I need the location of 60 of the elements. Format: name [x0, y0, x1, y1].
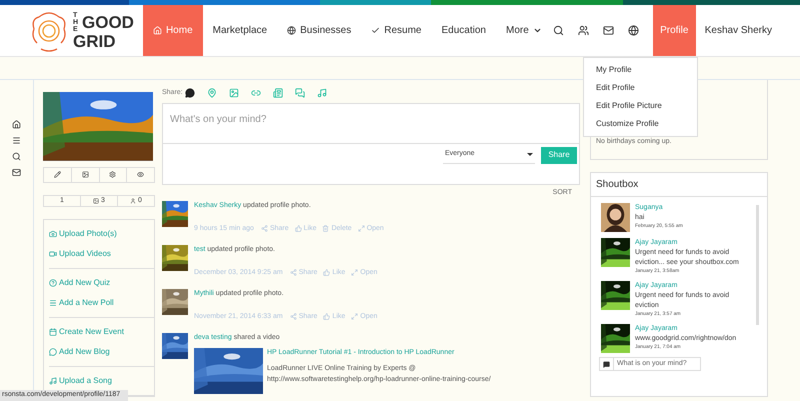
link-icon — [49, 250, 57, 258]
link-icon — [49, 230, 57, 238]
users-icon[interactable] — [578, 25, 589, 36]
profile-link[interactable]: Add New Quiz — [49, 273, 154, 293]
dropdown-item[interactable]: Edit Profile — [584, 79, 697, 97]
caret-icon — [532, 26, 542, 35]
dropdown-item[interactable]: Customize Profile — [584, 115, 697, 133]
dropdown-item[interactable]: My Profile — [584, 61, 697, 79]
nav-link[interactable]: More — [496, 5, 552, 56]
profile-link[interactable]: Create New Event — [49, 322, 154, 342]
post-input[interactable]: What's on your mind? — [163, 104, 579, 144]
menu-icon[interactable] — [12, 136, 21, 145]
link-icon — [49, 328, 57, 336]
globe-icon — [287, 26, 296, 35]
link-icon — [49, 279, 57, 287]
action-icon — [137, 171, 144, 178]
profile-link[interactable]: Upload Photo(s) — [49, 224, 154, 244]
search-icon[interactable] — [552, 25, 564, 36]
link-icon — [49, 299, 57, 307]
mail-icon[interactable] — [12, 168, 21, 177]
profile-link[interactable]: Upload Videos — [49, 244, 154, 264]
action-icon — [351, 313, 358, 320]
action-icon — [358, 225, 365, 232]
action-icon — [351, 269, 358, 276]
count-icon — [93, 198, 100, 204]
action-icon — [294, 225, 302, 232]
action-icon — [290, 313, 297, 320]
scrollbar[interactable] — [756, 205, 759, 325]
profile-menu[interactable]: Profile — [652, 5, 696, 56]
profile-link[interactable]: Add New Blog — [49, 342, 154, 362]
action-icon — [322, 225, 330, 232]
action-icon — [54, 171, 61, 178]
nav-link[interactable]: Businesses — [277, 5, 362, 56]
nav-link[interactable]: Marketplace — [202, 5, 278, 56]
action-icon — [323, 269, 330, 276]
home-icon — [152, 26, 162, 35]
caret-icon — [527, 153, 533, 156]
share-button[interactable]: Share — [541, 146, 577, 164]
search-icon[interactable] — [12, 152, 21, 161]
action-icon — [82, 171, 89, 178]
profile-link[interactable]: Upload a Song — [49, 371, 154, 391]
user-name[interactable]: Keshav Sherky — [704, 23, 772, 38]
link-icon — [49, 348, 57, 356]
link-icon — [49, 377, 57, 385]
shoutbox-title: Shoutbox — [591, 173, 767, 197]
action-icon — [109, 171, 116, 178]
action-icon — [323, 313, 330, 320]
home-icon[interactable] — [12, 120, 21, 129]
nav-link[interactable]: Home — [142, 5, 203, 56]
check-icon — [371, 26, 380, 35]
speech-bubble-icon[interactable] — [184, 88, 195, 98]
nav-link[interactable]: Education — [432, 5, 496, 56]
globe-icon[interactable] — [628, 25, 639, 36]
action-icon — [260, 225, 268, 232]
mail-icon[interactable] — [602, 25, 614, 36]
nav-link[interactable]: Resume — [361, 5, 432, 56]
count-icon — [130, 198, 136, 204]
dropdown-item[interactable]: Edit Profile Picture — [584, 97, 697, 115]
action-icon — [290, 269, 297, 276]
profile-link[interactable]: Add a New Poll — [49, 293, 154, 313]
